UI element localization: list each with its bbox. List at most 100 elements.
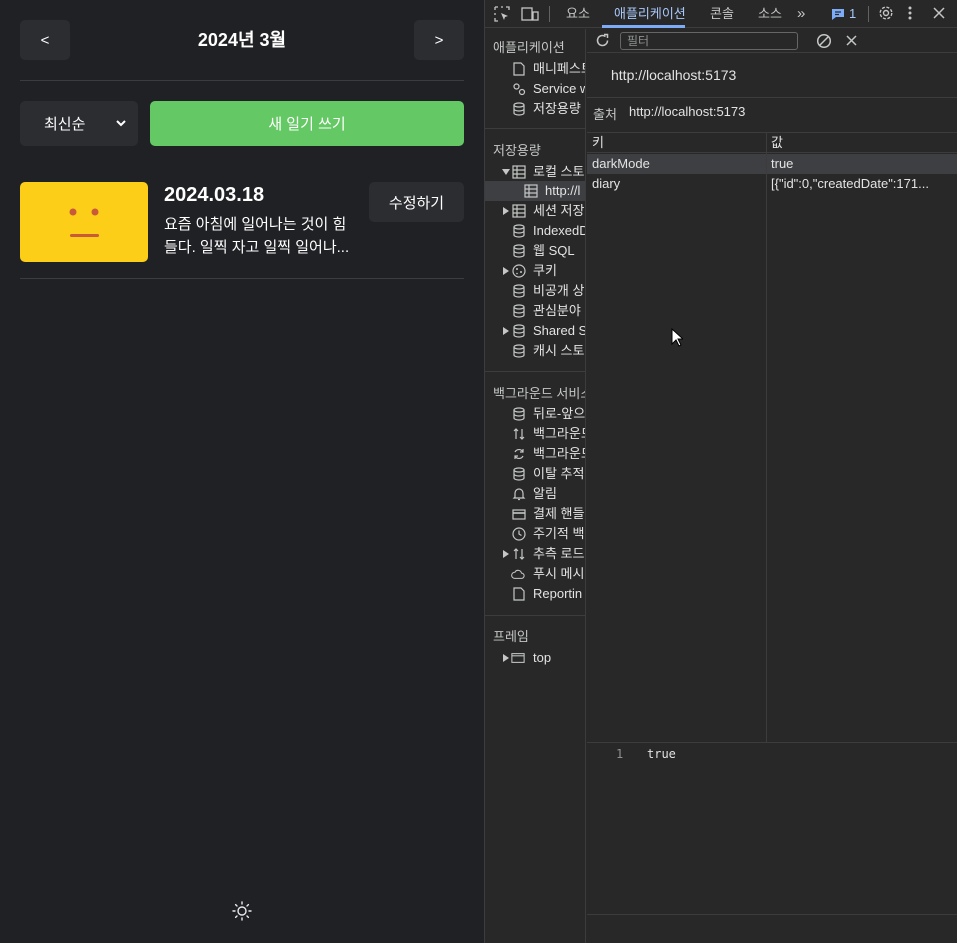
- origin-title: http://localhost:5173: [611, 67, 737, 83]
- emotion-image[interactable]: [20, 182, 148, 262]
- sidebar-item-bounce-tracking[interactable]: 이탈 추적: [533, 464, 584, 484]
- preview-value: true: [647, 747, 676, 761]
- line-number: 1: [616, 747, 624, 761]
- toolbar-divider-2: [868, 6, 869, 22]
- new-diary-button[interactable]: 새 일기 쓰기: [150, 101, 464, 146]
- devtools-tabbar: 요소 애플리케이션 콘솔 소스 » 1: [485, 0, 957, 28]
- expand-right-icon[interactable]: [503, 267, 509, 275]
- refresh-cycle-icon: [514, 448, 524, 460]
- expand-right-icon[interactable]: [503, 207, 509, 215]
- bell-icon: [512, 488, 526, 501]
- credit-card-icon: [512, 509, 526, 520]
- frame-window-icon: [511, 653, 525, 663]
- table-row-key[interactable]: diary: [592, 174, 762, 194]
- database-icon: [513, 102, 525, 116]
- tab-elements[interactable]: 요소: [566, 0, 590, 28]
- kebab-menu-icon[interactable]: [906, 5, 914, 21]
- expand-right-icon[interactable]: [503, 327, 509, 335]
- sidebar-item-background-fetch[interactable]: 백그라운드: [533, 424, 585, 444]
- sidebar-item-localhost[interactable]: http://l: [545, 181, 580, 201]
- storage-toolbar: 필터: [587, 29, 957, 53]
- sidebar-item-storage[interactable]: 저장용량: [533, 99, 581, 119]
- column-header-value[interactable]: 값: [771, 133, 783, 153]
- sidebar-item-manifest[interactable]: 매니페스트: [533, 59, 585, 79]
- column-divider: [766, 133, 767, 743]
- value-preview: 1 true: [587, 743, 957, 915]
- diary-date[interactable]: 2024.03.18: [164, 184, 264, 207]
- sort-select[interactable]: 최신순: [20, 101, 138, 146]
- filter-input[interactable]: 필터: [620, 32, 798, 50]
- neutral-face-icon: [69, 208, 99, 237]
- sidebar-item-web-sql[interactable]: 웹 SQL: [533, 241, 575, 261]
- database-icon: [513, 324, 525, 338]
- sidebar-item-local-storage[interactable]: 로컬 스토: [533, 162, 584, 182]
- diary-content[interactable]: 요즘 아침에 일어나는 것이 힘들다. 일찍 자고 일찍 일어나...: [164, 213, 354, 259]
- refresh-icon[interactable]: [595, 33, 610, 48]
- edit-button[interactable]: 수정하기: [369, 182, 464, 222]
- chevron-down-icon: [116, 120, 126, 127]
- next-month-button[interactable]: >: [414, 20, 464, 60]
- sidebar-section-application: 애플리케이션: [493, 40, 565, 55]
- tab-application[interactable]: 애플리케이션: [614, 0, 686, 28]
- header-divider: [20, 80, 464, 81]
- sidebar-item-cookies[interactable]: 쿠키: [533, 261, 557, 281]
- sidebar-item-push-messaging[interactable]: 푸시 메시: [533, 564, 584, 584]
- sidebar-divider: [485, 371, 585, 372]
- expand-right-icon[interactable]: [503, 550, 509, 558]
- sidebar-item-back-forward-cache[interactable]: 뒤로-앞으: [533, 404, 585, 424]
- origin-row: 출처 http://localhost:5173: [587, 97, 957, 133]
- gears-icon: [513, 83, 526, 96]
- expand-right-icon[interactable]: [503, 654, 509, 662]
- database-icon: [513, 304, 525, 318]
- list-divider: [20, 278, 464, 279]
- database-icon: [513, 284, 525, 298]
- sun-icon[interactable]: [232, 901, 252, 921]
- sidebar-item-indexeddb[interactable]: IndexedD: [533, 221, 585, 241]
- close-icon[interactable]: [933, 7, 945, 19]
- delete-selected-icon[interactable]: [846, 35, 857, 46]
- sidebar-divider: [485, 615, 585, 616]
- storage-main-pane: 필터 http://localhost:5173 출처 http://local…: [587, 29, 957, 943]
- month-header: < 2024년 3월 >: [20, 20, 464, 60]
- issues-icon[interactable]: [831, 8, 845, 21]
- sidebar-item-speculative-loads[interactable]: 추측 로드: [533, 544, 584, 564]
- sidebar-item-reporting-api[interactable]: Reportin: [533, 584, 582, 604]
- expand-down-icon[interactable]: [502, 169, 510, 175]
- active-tab-indicator: [602, 25, 685, 28]
- tab-console[interactable]: 콘솔: [710, 0, 734, 28]
- sidebar-item-shared-storage[interactable]: Shared S: [533, 321, 585, 341]
- table-icon: [512, 204, 526, 218]
- table-row-key[interactable]: darkMode: [592, 154, 762, 174]
- month-title: 2024년 3월: [197, 30, 287, 50]
- sidebar-section-storage: 저장용량: [493, 143, 541, 158]
- sidebar-item-cache-storage[interactable]: 캐시 스토: [533, 341, 584, 361]
- sidebar-section-background: 백그라운드 서비스: [493, 386, 586, 401]
- gear-icon[interactable]: [878, 5, 894, 21]
- sidebar-item-payment-handler[interactable]: 결제 핸들: [533, 504, 584, 524]
- inspect-element-icon[interactable]: [494, 6, 510, 22]
- sidebar-item-frame-top[interactable]: top: [533, 648, 551, 668]
- sidebar-item-service-workers[interactable]: Service w: [533, 79, 585, 99]
- application-sidebar: 애플리케이션 매니페스트 Service w 저장용량 저장용량 로컬 스토 h…: [485, 29, 586, 943]
- more-tabs-button[interactable]: »: [797, 0, 805, 28]
- issues-count[interactable]: 1: [849, 0, 856, 28]
- cloud-icon: [511, 569, 525, 579]
- table-row-value[interactable]: true: [771, 154, 951, 174]
- storage-table: 키 값 darkMode true diary [{"id":0,"create…: [587, 133, 957, 743]
- sidebar-item-notifications[interactable]: 알림: [533, 484, 557, 504]
- toolbar-divider: [549, 6, 550, 22]
- clock-icon: [512, 527, 526, 541]
- clear-all-icon[interactable]: [816, 33, 832, 49]
- sidebar-item-interest-groups[interactable]: 관심분야: [533, 301, 581, 321]
- sidebar-item-private-state[interactable]: 비공개 상: [533, 281, 584, 301]
- table-row-value[interactable]: [{"id":0,"createdDate":171...: [771, 174, 955, 194]
- database-icon: [513, 244, 525, 258]
- sidebar-item-background-sync[interactable]: 백그라운드: [533, 444, 585, 464]
- sidebar-item-session-storage[interactable]: 세션 저장: [533, 201, 584, 221]
- table-icon: [512, 165, 526, 179]
- sidebar-item-periodic-sync[interactable]: 주기적 백: [533, 524, 584, 544]
- tab-sources[interactable]: 소스: [758, 0, 782, 28]
- device-toolbar-icon[interactable]: [521, 6, 539, 22]
- column-header-key[interactable]: 키: [592, 133, 604, 153]
- cookie-icon: [512, 264, 526, 278]
